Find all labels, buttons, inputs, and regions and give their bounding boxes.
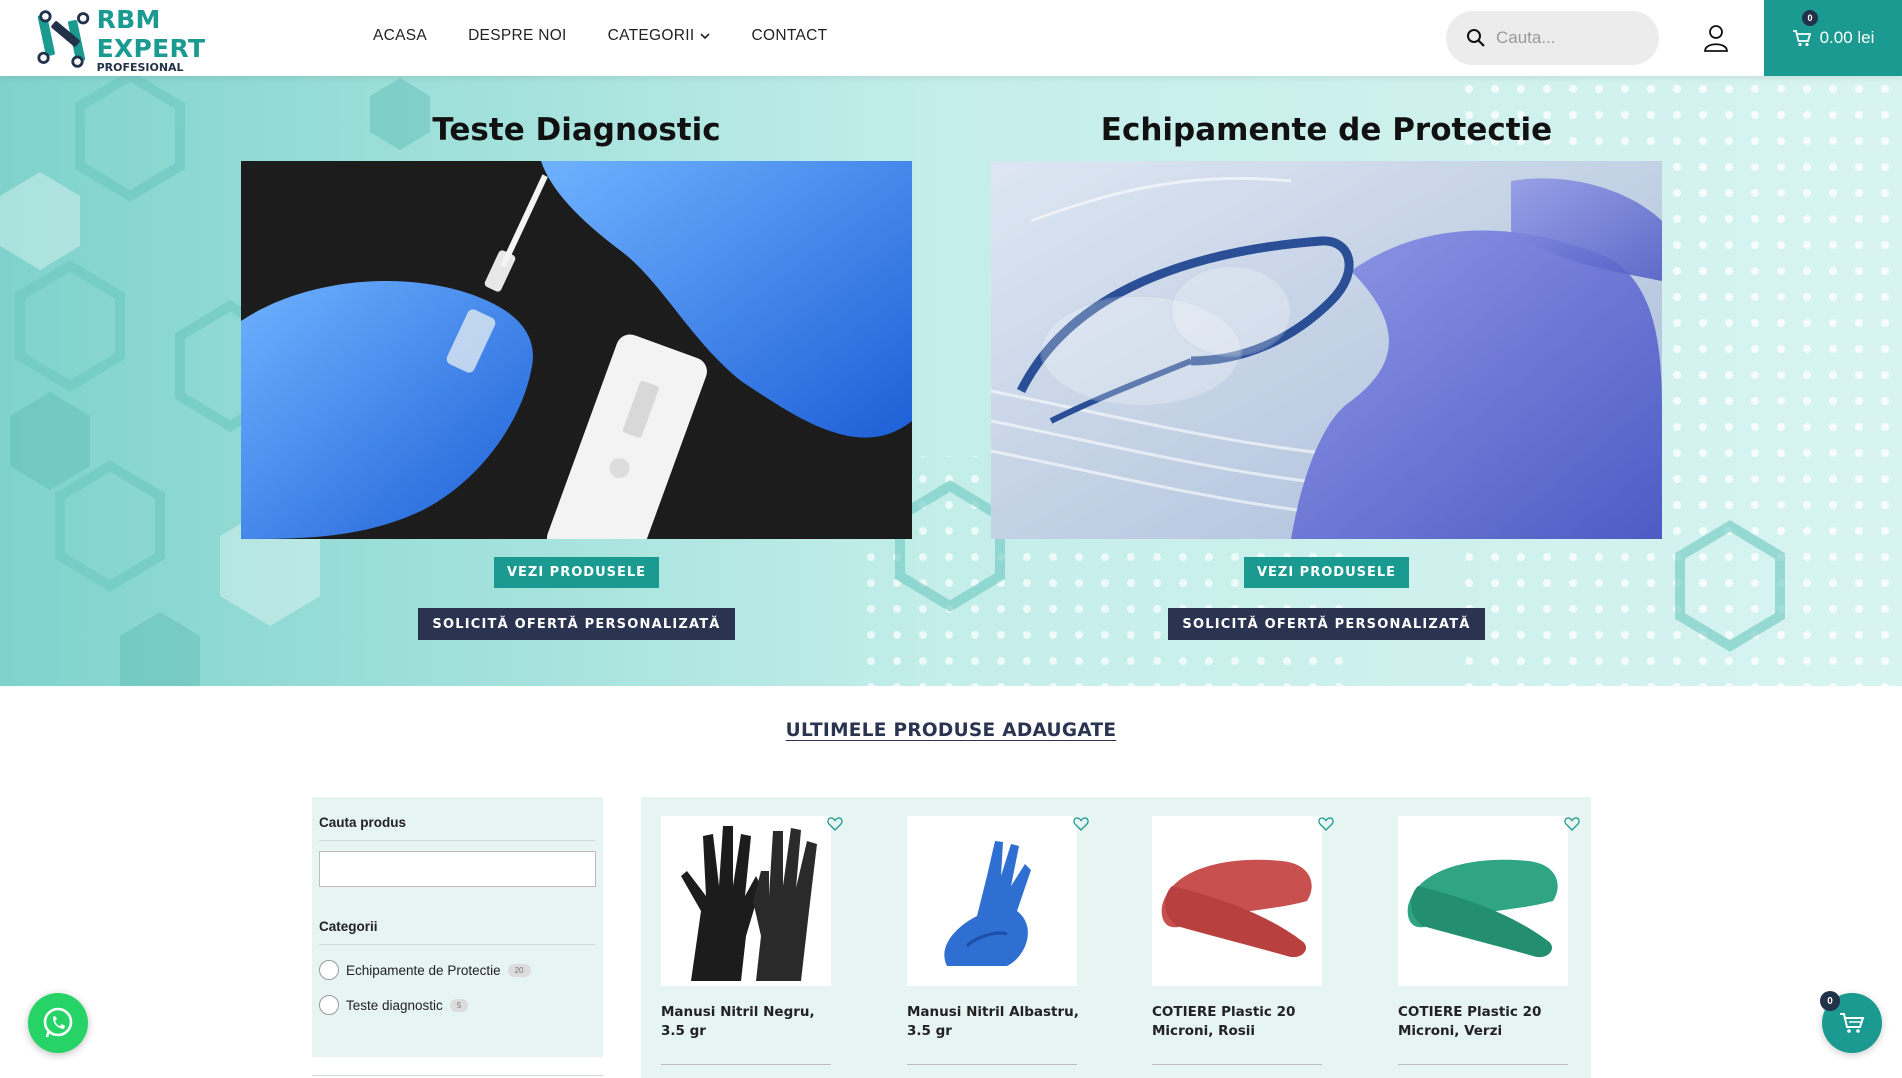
diagnostic-test-photo — [241, 161, 912, 539]
nav-label: CONTACT — [751, 27, 828, 44]
user-account-icon[interactable] — [1700, 22, 1732, 54]
logo-mark-icon — [37, 10, 90, 68]
floating-cart-button[interactable]: 0 — [1820, 991, 1882, 1053]
site-header: RBM EXPERT PROFESIONAL ACASA DESPRE NOI … — [0, 0, 1902, 76]
category-count-badge: 20 — [507, 963, 531, 977]
product-card[interactable]: COTIERE Plastic 20 Microni, Verzi — [1398, 816, 1580, 1065]
wishlist-heart-icon[interactable] — [1073, 817, 1089, 831]
cart-count-badge: 0 — [1802, 10, 1818, 26]
floating-cart-count-badge: 0 — [1820, 991, 1840, 1011]
whatsapp-chat-button[interactable] — [28, 993, 88, 1053]
chevron-down-icon — [700, 33, 711, 40]
vezi-produsele-button[interactable]: VEZI PRODUSELE — [493, 557, 660, 588]
product-divider — [907, 1064, 1077, 1065]
nav-label: ACASA — [373, 27, 428, 44]
logo-title: RBM EXPERT — [96, 4, 206, 63]
product-filter-sidebar: Cauta produs Categorii Echipamente de Pr… — [312, 797, 603, 1057]
hero-card-echipamente-protectie: Echipamente de Protectie VEZI PRODUSELE … — [991, 76, 1662, 640]
product-image[interactable] — [1398, 816, 1580, 986]
nav-item-acasa[interactable]: ACASA — [373, 27, 427, 45]
product-image[interactable] — [661, 816, 843, 986]
product-name[interactable]: Manusi Nitril Negru, 3.5 gr — [661, 1003, 836, 1041]
cart-icon — [1792, 30, 1811, 47]
categories-heading: Categorii — [319, 919, 595, 945]
product-card[interactable]: Manusi Nitril Negru, 3.5 gr — [661, 816, 843, 1065]
product-name[interactable]: COTIERE Plastic 20 Microni, Verzi — [1398, 1003, 1573, 1041]
wishlist-heart-icon[interactable] — [1564, 817, 1580, 831]
wishlist-heart-icon[interactable] — [827, 817, 843, 831]
category-filter-item[interactable]: Echipamente de Protectie 20 — [319, 960, 595, 980]
solicita-oferta-button[interactable]: SOLICITĂ OFERTĂ PERSONALIZATĂ — [418, 608, 735, 640]
solicita-oferta-button[interactable]: SOLICITĂ OFERTĂ PERSONALIZATĂ — [1168, 608, 1485, 640]
section-title-latest-products[interactable]: ULTIMELE PRODUSE ADAUGATE — [0, 720, 1902, 741]
nav-item-despre-noi[interactable]: DESPRE NOI — [468, 27, 567, 45]
product-image[interactable] — [1152, 816, 1334, 986]
main-nav: ACASA DESPRE NOI CATEGORII CONTACT — [373, 27, 827, 45]
nav-item-categorii[interactable]: CATEGORII — [608, 27, 711, 45]
sidebar-divider — [312, 1075, 603, 1076]
product-card[interactable]: Manusi Nitril Albastru, 3.5 gr — [907, 816, 1089, 1065]
cart-icon — [1840, 1013, 1865, 1033]
product-name[interactable]: Manusi Nitril Albastru, 3.5 gr — [907, 1003, 1082, 1041]
hero-image-protective-equipment[interactable] — [991, 161, 1662, 539]
hero-image-diagnostic-test[interactable] — [241, 161, 912, 539]
blue-nitrile-gloves-image — [944, 841, 1031, 966]
header-cart-button[interactable]: 0 0.00 lei — [1764, 0, 1902, 76]
nav-label: CATEGORII — [607, 27, 695, 44]
category-label: Teste diagnostic — [346, 997, 443, 1013]
search-icon[interactable] — [1466, 28, 1486, 48]
cart-total: 0.00 lei — [1819, 28, 1875, 47]
product-grid: Manusi Nitril Negru, 3.5 gr Manusi Nitri… — [641, 797, 1591, 1078]
logo-subtitle: PROFESIONAL — [96, 60, 184, 74]
category-radio[interactable] — [319, 995, 339, 1015]
nav-label: DESPRE NOI — [468, 27, 567, 44]
hero-banner: Teste Diagnostic VEZI PRODUSELE SOLICITĂ… — [0, 76, 1902, 686]
vezi-produsele-button[interactable]: VEZI PRODUSELE — [1243, 557, 1410, 588]
product-divider — [661, 1064, 831, 1065]
product-card[interactable]: COTIERE Plastic 20 Microni, Rosii — [1152, 816, 1334, 1065]
product-name[interactable]: COTIERE Plastic 20 Microni, Rosii — [1152, 1003, 1327, 1041]
search-input[interactable] — [1496, 28, 1646, 48]
logo-text: RBM EXPERT PROFESIONAL — [97, 5, 268, 74]
category-filter-item[interactable]: Teste diagnostic 5 — [319, 995, 595, 1015]
black-nitrile-gloves-image — [681, 826, 817, 981]
wishlist-heart-icon[interactable] — [1318, 817, 1334, 831]
logo[interactable]: RBM EXPERT PROFESIONAL — [36, 5, 268, 74]
product-divider — [1152, 1064, 1322, 1065]
whatsapp-icon — [43, 1007, 73, 1038]
hero-card-title: Teste Diagnostic — [432, 112, 721, 148]
hero-card-teste-diagnostic: Teste Diagnostic VEZI PRODUSELE SOLICITĂ… — [241, 76, 912, 640]
hero-card-title: Echipamente de Protectie — [1100, 112, 1553, 148]
green-sleeves-image — [1407, 859, 1558, 958]
page-root: RBM EXPERT PROFESIONAL ACASA DESPRE NOI … — [0, 0, 1902, 1078]
category-radio[interactable] — [319, 960, 339, 980]
product-divider — [1398, 1064, 1568, 1065]
search-product-heading: Cauta produs — [319, 815, 595, 841]
product-search-input[interactable] — [319, 851, 596, 887]
nav-item-contact[interactable]: CONTACT — [751, 27, 827, 45]
protective-equipment-photo — [991, 161, 1662, 539]
category-count-badge: 5 — [449, 998, 469, 1012]
category-label: Echipamente de Protectie — [346, 962, 501, 978]
red-sleeves-image — [1161, 859, 1312, 958]
search-box — [1446, 11, 1659, 65]
product-image[interactable] — [907, 816, 1089, 986]
